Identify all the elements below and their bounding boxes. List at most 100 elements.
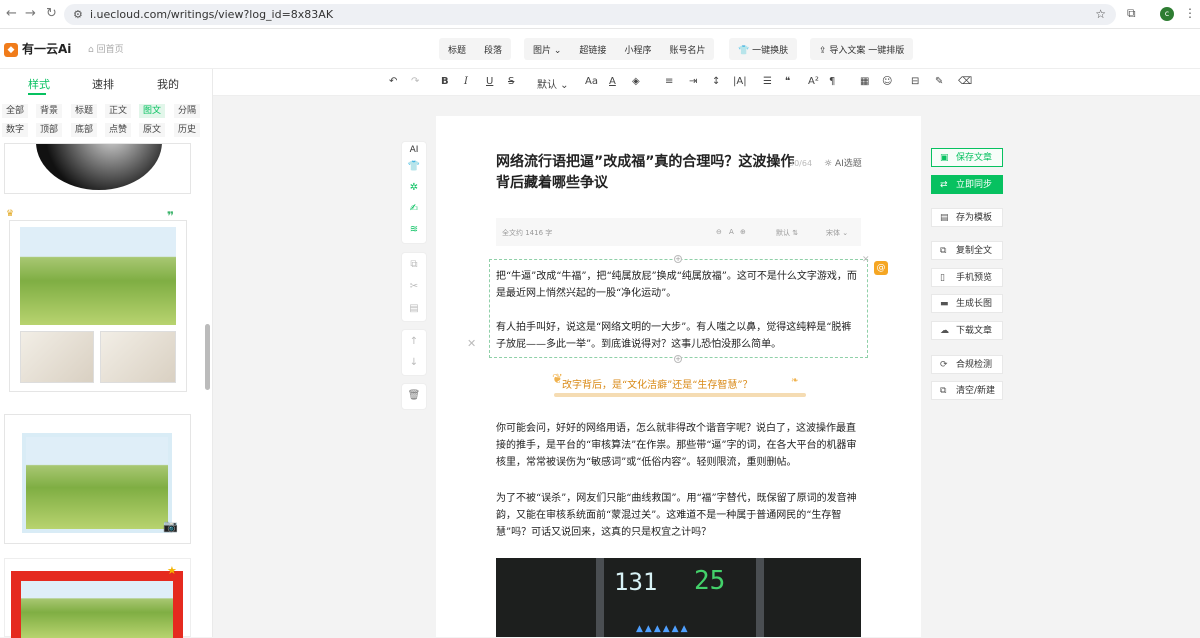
paragraph[interactable]: 把“牛逼”改成“牛福”，把“纯属放屁”换成“纯属放福”。这可不是什么文字游戏，而… [496,268,861,302]
indent-icon[interactable]: ⇥ [689,76,697,87]
forward-icon[interactable]: → [25,6,36,21]
strikethrough-icon[interactable]: S [508,76,514,87]
save-button[interactable]: ▣ 保存文章 [931,148,1003,167]
back-icon[interactable]: ← [6,6,17,21]
copy-all-button[interactable]: ⧉ 复制全文 [931,241,1003,260]
category-top[interactable]: 顶部 [36,123,63,137]
cut-icon[interactable]: ✂ [402,281,426,292]
article-title[interactable]: 网络流行语把逼”改成福”真的合理吗？这波操作背后藏着哪些争议 [496,152,796,194]
home-link[interactable]: ⌂ 回首页 [88,42,124,55]
emoji-icon[interactable]: ☺ [882,76,892,87]
ai-layers-icon[interactable]: ≋ [402,224,426,235]
template-card[interactable]: ★ [4,558,191,638]
add-above-icon[interactable]: + [674,255,682,263]
close-icon[interactable]: ✕ [862,255,870,265]
category-all[interactable]: 全部 [2,104,29,118]
category-body[interactable]: 正文 [105,104,132,118]
copy-icon[interactable]: ⧉ [402,259,426,270]
font-color-icon[interactable]: A [609,76,616,87]
font-decrease-icon[interactable]: ⊖ [716,228,722,236]
ai-write-icon[interactable]: ✍ [402,203,426,214]
logo[interactable]: ◆ 有一云Ai [4,40,71,57]
category-history[interactable]: 历史 [174,123,201,137]
ai-sparkle-icon[interactable]: ✲ [402,182,426,193]
insert-paragraph-button[interactable]: 段落 [475,43,511,56]
insert-account-card-button[interactable]: 账号名片 [660,43,714,56]
close-icon[interactable]: ✕ [467,337,476,350]
menu-icon[interactable]: ⋮ [1184,6,1196,20]
paragraph[interactable]: 为了不被“误杀”，网友们只能“曲线救国”。用“福”字替代，既保留了原词的发音神韵… [496,490,861,541]
font-size-select[interactable]: 默认 ⌄ [537,76,569,91]
import-button[interactable]: ⇪ 导入文案 一键排版 [810,38,914,60]
save-template-button[interactable]: ▤ 存为模板 [931,208,1003,227]
category-number[interactable]: 数字 [2,123,29,137]
copyright-tag-icon[interactable]: @ [874,261,888,275]
paragraph[interactable]: 你可能会问，好好的网络用语，怎么就非得改个谐音字呢？说白了，这波操作最直接的推手… [496,420,861,471]
sync-button[interactable]: ⇄ 立即同步 [931,175,1003,194]
add-below-icon[interactable]: + [674,355,682,363]
format-brush-icon[interactable]: ✎ [935,76,943,87]
insert-image-button[interactable]: 图片 ⌄ [524,43,570,56]
tab-quick[interactable]: 速排 [92,76,114,92]
reload-icon[interactable]: ↻ [46,6,57,21]
shirt-icon: 👕 [738,45,750,56]
paragraph[interactable]: 有人拍手叫好，说这是“网络文明的一大步”。有人嗤之以鼻，觉得这纯粹是“脱裤子放屁… [496,319,861,353]
category-bottom[interactable]: 底部 [71,123,98,137]
bold-icon[interactable]: B [441,76,449,87]
extensions-icon[interactable]: ⧉ [1127,6,1136,21]
tab-style[interactable]: 样式 [28,76,50,92]
undo-icon[interactable]: ↶ [389,76,397,87]
underline-icon[interactable]: U [486,76,493,87]
download-button[interactable]: ☁ 下载文章 [931,321,1003,340]
address-bar[interactable]: ⚙ i.uecloud.com/writings/view?log_id=8x8… [64,4,1116,25]
quote-block-icon[interactable]: ❝ [785,76,790,87]
redo-icon[interactable]: ↷ [411,76,419,87]
long-image-button[interactable]: ▬ 生成长图 [931,294,1003,313]
site-settings-icon[interactable]: ⚙ [73,4,83,25]
move-up-icon[interactable]: ↑ [402,336,426,347]
category-title[interactable]: 标题 [71,104,98,118]
move-down-icon[interactable]: ↓ [402,357,426,368]
insert-miniprogram-button[interactable]: 小程序 [615,43,660,56]
category-like[interactable]: 点赞 [105,123,132,137]
insert-title-button[interactable]: 标题 [439,43,475,56]
ai-skin-icon[interactable]: 👕 [402,161,426,172]
panel-scrollbar[interactable] [205,324,210,390]
template-card[interactable] [9,220,187,392]
table-icon[interactable]: ▦ [860,76,869,87]
line-height-icon[interactable]: ↕ [712,76,720,87]
delete-icon[interactable]: 🗑 [402,390,426,401]
section-heading[interactable]: 改字背后，是“文化洁癖”还是“生存智慧”？ [562,376,822,391]
spacing-default[interactable]: 默认 ⇅ [776,228,798,238]
align-left-icon[interactable]: ≡ [665,76,673,87]
template-card[interactable]: 📷 [4,414,191,544]
article-image[interactable]: 131 25 ▲▲▲▲▲▲ [496,558,861,637]
profile-avatar[interactable]: c [1160,7,1174,21]
highlight-icon[interactable]: ◈ [632,76,640,87]
paste-icon[interactable]: ▤ [402,303,426,314]
list-icon[interactable]: ☰ [763,76,772,87]
category-image-text[interactable]: 图文 [139,104,166,118]
divider-insert-icon[interactable]: ⊟ [911,76,919,87]
phone-preview-button[interactable]: ▯ 手机预览 [931,268,1003,287]
tab-mine[interactable]: 我的 [157,76,179,92]
bookmark-star-icon[interactable]: ☆ [1095,4,1106,25]
insert-link-button[interactable]: 超链接 [570,43,615,56]
ai-title-button[interactable]: ☼ AI选题 [824,156,862,169]
template-card[interactable] [4,143,191,194]
category-background[interactable]: 背景 [36,104,63,118]
italic-icon[interactable]: I [464,76,468,87]
clear-new-button[interactable]: ⧉ 清空/新建 [931,381,1003,400]
category-original[interactable]: 原文 [139,123,166,137]
font-family-select[interactable]: 宋体 ⌄ [826,228,848,238]
letter-spacing-icon[interactable]: |A| [733,76,747,87]
compliance-check-button[interactable]: ⟳ 合规检测 [931,355,1003,374]
font-increase-icon[interactable]: ⊕ [740,228,746,236]
clear-format-icon[interactable]: ¶ [829,76,835,87]
eraser-icon[interactable]: ⌫ [958,76,972,87]
superscript-icon[interactable]: A² [808,76,819,87]
copy-icon: ⧉ [940,246,947,256]
font-style-icon[interactable]: Aa [585,76,598,87]
skin-button[interactable]: 👕 一键换肤 [729,38,798,60]
category-divider[interactable]: 分隔 [174,104,201,118]
